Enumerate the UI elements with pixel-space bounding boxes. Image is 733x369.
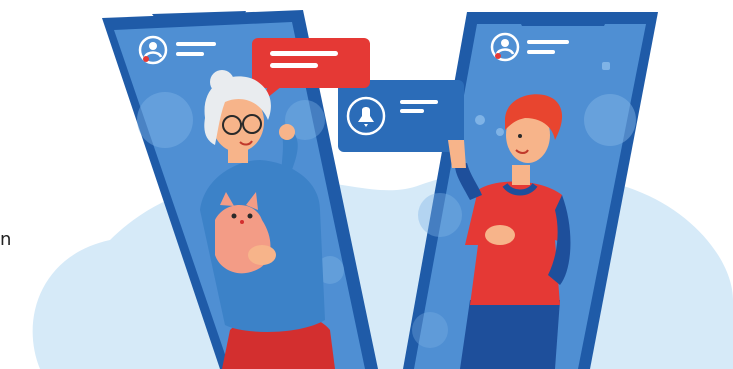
video-call-illustration [32, 10, 733, 369]
notification-card [338, 80, 464, 152]
background-blob [32, 164, 733, 369]
